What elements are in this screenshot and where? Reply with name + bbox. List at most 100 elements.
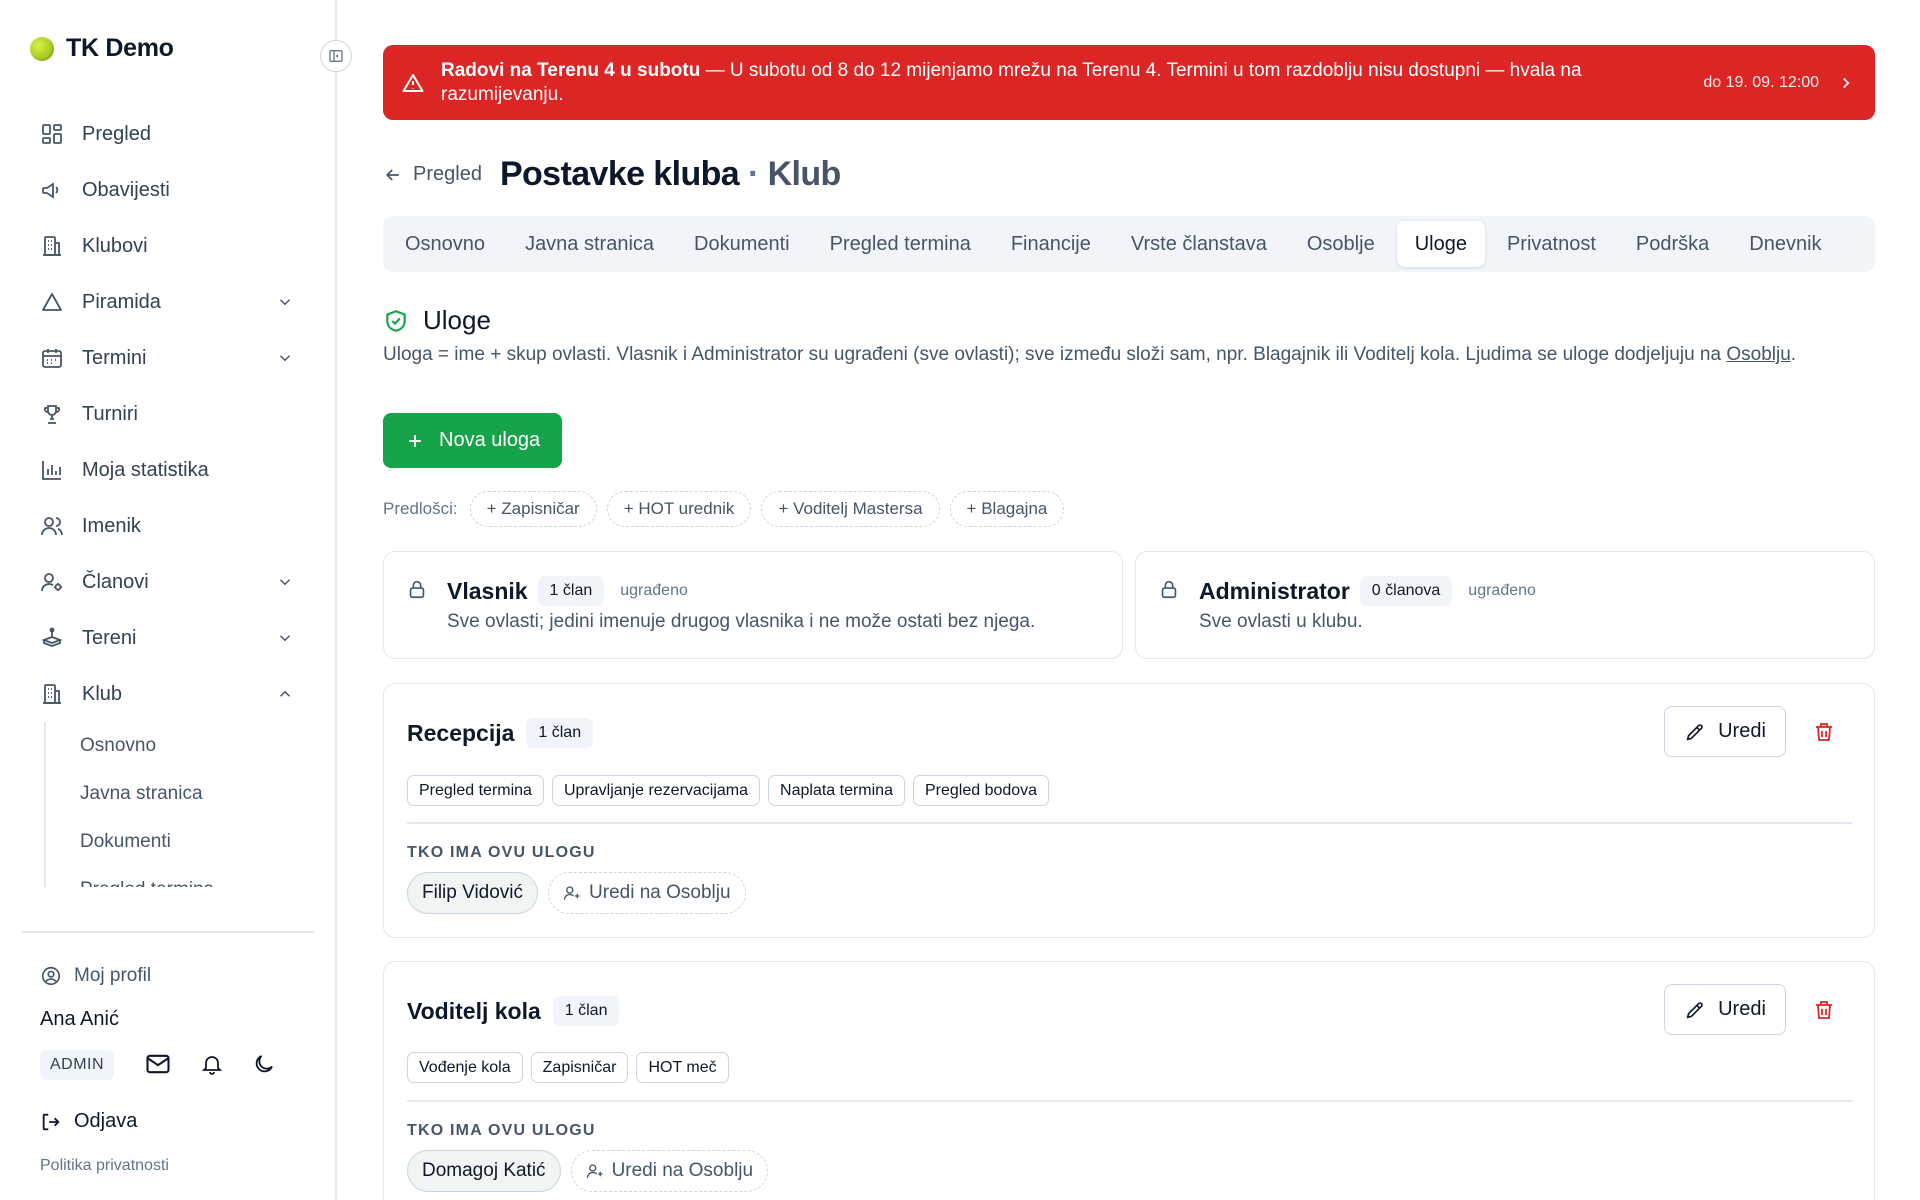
sidebar-item-imenik[interactable]: Imenik bbox=[22, 498, 312, 554]
edit-role-button[interactable]: Uredi bbox=[1664, 984, 1786, 1035]
role-members: Filip Vidović Uredi na Osoblju bbox=[407, 872, 746, 914]
new-role-button[interactable]: Nova uloga bbox=[383, 413, 563, 468]
moon-icon[interactable] bbox=[252, 1052, 276, 1076]
warning-icon bbox=[402, 73, 424, 92]
role-name: Voditelj kola bbox=[407, 997, 541, 1024]
template-chip-blagajna[interactable]: + Blagajna bbox=[949, 491, 1065, 527]
sidebar-item-pregled[interactable]: Pregled bbox=[22, 106, 312, 162]
role-header: Recepcija 1 član bbox=[407, 718, 594, 748]
edit-role-label: Uredi bbox=[1718, 998, 1766, 1020]
profile-link-label: Moj profil bbox=[74, 965, 152, 986]
osoblje-link[interactable]: Osoblju bbox=[1726, 344, 1790, 365]
role-description: Sve ovlasti u klubu. bbox=[1199, 611, 1363, 632]
template-chip-hot-urednik[interactable]: + HOT urednik bbox=[606, 491, 752, 527]
permission-list: Vođenje kola Zapisničar HOT meč bbox=[407, 1052, 729, 1083]
sidebar-item-termini[interactable]: Termini bbox=[22, 330, 312, 386]
description-end: . bbox=[1790, 344, 1797, 365]
new-role-label: Nova uloga bbox=[439, 429, 541, 451]
tab-pregled-termina[interactable]: Pregled termina bbox=[812, 221, 989, 267]
member-count-badge: 1 član bbox=[537, 576, 605, 606]
edit-role-label: Uredi bbox=[1718, 720, 1766, 742]
sidebar-item-klubovi[interactable]: Klubovi bbox=[22, 218, 312, 274]
sidebar-item-clanovi[interactable]: Članovi bbox=[22, 554, 312, 610]
user-plus-icon bbox=[586, 1164, 603, 1178]
sidebar-subitem-osnovno[interactable]: Osnovno bbox=[46, 722, 312, 770]
tab-javna-stranica[interactable]: Javna stranica bbox=[507, 221, 672, 267]
template-chip-voditelj-mastersa[interactable]: + Voditelj Mastersa bbox=[761, 491, 940, 527]
trash-icon[interactable] bbox=[1812, 720, 1836, 744]
member-chip[interactable]: Domagoj Katić bbox=[407, 1150, 561, 1192]
sidebar-item-obavijesti[interactable]: Obavijesti bbox=[22, 162, 312, 218]
klub-subnav: Osnovno Javna stranica Dokumenti Pregled… bbox=[44, 722, 312, 887]
chevron-down-icon bbox=[279, 299, 291, 306]
chevron-right-icon bbox=[1843, 77, 1850, 88]
edit-role-button[interactable]: Uredi bbox=[1664, 706, 1786, 757]
back-link[interactable]: Pregled bbox=[383, 163, 482, 186]
member-count-badge: 1 član bbox=[552, 996, 620, 1026]
permission-list: Pregled termina Upravljanje rezervacijam… bbox=[407, 775, 1050, 806]
permission-tag: Pregled bodova bbox=[912, 775, 1050, 806]
sidebar-item-klub[interactable]: Klub bbox=[22, 666, 312, 722]
megaphone-icon bbox=[42, 182, 59, 199]
builtin-role-card-vlasnik: Vlasnik 1 član ugrađeno Sve ovlasti; jed… bbox=[383, 551, 1123, 659]
shield-check-icon bbox=[386, 309, 406, 332]
users-icon bbox=[41, 517, 63, 536]
sidebar-item-label: Moja statistika bbox=[82, 458, 209, 481]
tab-osoblje[interactable]: Osoblje bbox=[1289, 221, 1393, 267]
tab-dokumenti[interactable]: Dokumenti bbox=[676, 221, 808, 267]
user-circle-icon bbox=[41, 966, 61, 986]
brand[interactable]: TK Demo bbox=[30, 34, 174, 63]
alert-banner[interactable]: Radovi na Terenu 4 u subotu — U subotu o… bbox=[383, 45, 1875, 120]
page-title-main: Postavke kluba bbox=[499, 155, 740, 193]
card-divider bbox=[407, 822, 1852, 824]
user-name: Ana Anić bbox=[40, 1008, 119, 1030]
role-name: Recepcija bbox=[407, 719, 515, 746]
pencil-icon bbox=[1686, 723, 1703, 740]
tab-podrska[interactable]: Podrška bbox=[1618, 221, 1727, 267]
tab-osnovno[interactable]: Osnovno bbox=[387, 221, 503, 267]
bell-icon[interactable] bbox=[200, 1052, 224, 1076]
sidebar-item-turniri[interactable]: Turniri bbox=[22, 386, 312, 442]
sidebar-subitem-dokumenti[interactable]: Dokumenti bbox=[46, 818, 312, 866]
logout-button[interactable]: Odjava bbox=[40, 1110, 137, 1133]
tab-vrste-clanstava[interactable]: Vrste članstava bbox=[1113, 221, 1285, 267]
alert-until: do 19. 09. 12:00 bbox=[1703, 73, 1819, 91]
tab-dnevnik[interactable]: Dnevnik bbox=[1731, 221, 1839, 267]
building-icon bbox=[43, 236, 61, 256]
sidebar-item-label: Članovi bbox=[82, 570, 149, 593]
sidebar: TK Demo Pregled Obavijesti Klubovi Piram… bbox=[0, 0, 337, 1200]
builtin-tag: ugrađeno bbox=[1468, 582, 1536, 599]
trophy-icon bbox=[43, 405, 61, 424]
sidebar-item-tereni[interactable]: Tereni bbox=[22, 610, 312, 666]
lock-icon bbox=[409, 580, 425, 599]
panel-left-icon bbox=[329, 50, 343, 62]
trash-icon[interactable] bbox=[1812, 998, 1836, 1022]
privacy-link[interactable]: Politika privatnosti bbox=[40, 1157, 169, 1175]
tab-privatnost[interactable]: Privatnost bbox=[1489, 221, 1614, 267]
section-title: Uloge bbox=[423, 305, 491, 335]
tab-uloge[interactable]: Uloge bbox=[1396, 221, 1485, 267]
plus-icon bbox=[409, 434, 421, 447]
logout-label: Odjava bbox=[74, 1110, 138, 1132]
sidebar-item-label: Obavijesti bbox=[82, 178, 170, 201]
sidebar-item-label: Termini bbox=[82, 346, 147, 369]
sidebar-item-piramida[interactable]: Piramida bbox=[22, 274, 312, 330]
tab-financije[interactable]: Financije bbox=[993, 221, 1109, 267]
section-description: Uloga = ime + skup ovlasti. Vlasnik i Ad… bbox=[383, 340, 1875, 369]
sidebar-subitem-pregled-termina[interactable]: Pregled termina bbox=[46, 866, 312, 887]
sidebar-subitem-javna-stranica[interactable]: Javna stranica bbox=[46, 770, 312, 818]
calendar-icon bbox=[42, 349, 62, 368]
mail-icon[interactable] bbox=[144, 1050, 172, 1078]
role-badge: ADMIN bbox=[40, 1050, 115, 1080]
permission-tag: Vođenje kola bbox=[407, 1052, 523, 1083]
sidebar-item-label: Pregled bbox=[82, 122, 151, 145]
sidebar-collapse-button[interactable] bbox=[320, 40, 352, 72]
edit-on-staff-button[interactable]: Uredi na Osoblju bbox=[570, 1150, 769, 1192]
edit-on-staff-button[interactable]: Uredi na Osoblju bbox=[548, 872, 746, 914]
chevron-down-icon bbox=[279, 579, 291, 586]
profile-link[interactable]: Moj profil bbox=[40, 965, 151, 987]
card-divider bbox=[407, 1100, 1852, 1102]
template-chip-zapisnicar[interactable]: + Zapisničar bbox=[469, 491, 597, 527]
sidebar-item-moja-statistika[interactable]: Moja statistika bbox=[22, 442, 312, 498]
member-chip[interactable]: Filip Vidović bbox=[407, 872, 539, 914]
